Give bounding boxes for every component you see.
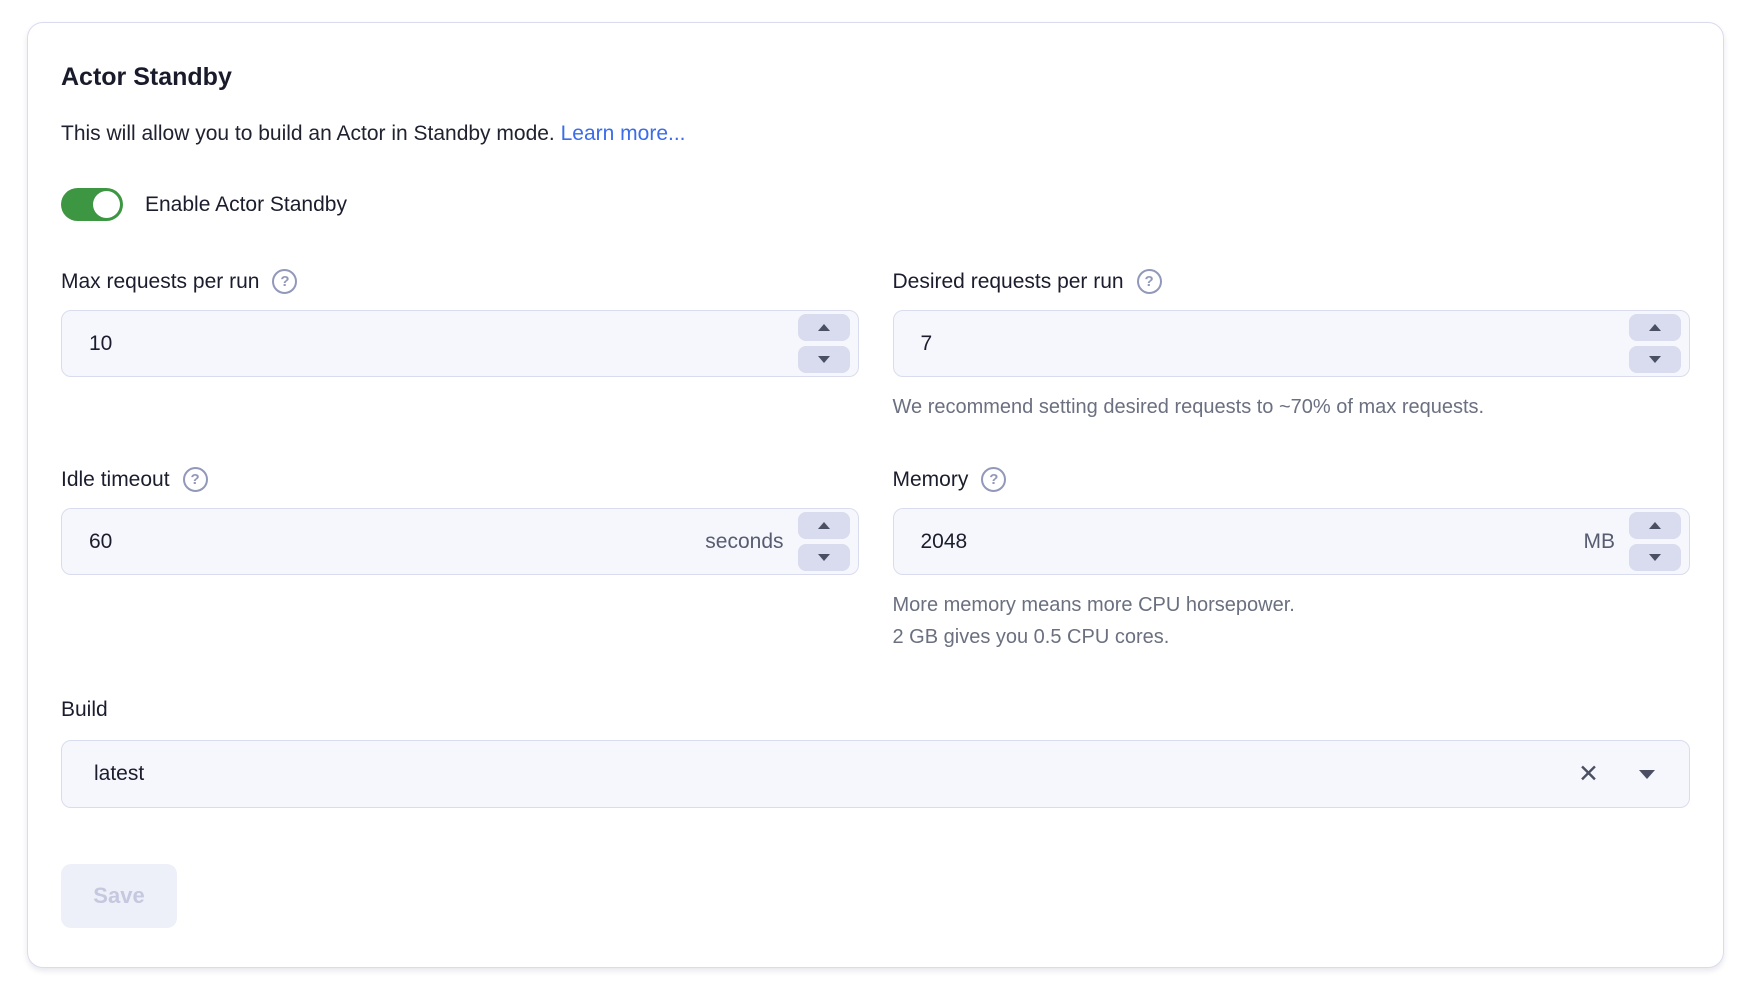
- spinner-down-button[interactable]: [798, 544, 850, 571]
- enable-standby-toggle[interactable]: [61, 188, 123, 221]
- arrow-up-icon: [1649, 324, 1661, 331]
- field-label-row: Idle timeout ?: [61, 465, 859, 494]
- idle-timeout-input[interactable]: [62, 509, 705, 574]
- arrow-up-icon: [818, 522, 830, 529]
- spinner: [798, 314, 850, 373]
- spinner-down-button[interactable]: [1629, 346, 1681, 373]
- desired-requests-input-box: [893, 310, 1691, 377]
- memory-input-box: MB: [893, 508, 1691, 575]
- learn-more-link[interactable]: Learn more...: [561, 122, 686, 145]
- max-requests-input[interactable]: [62, 311, 798, 376]
- arrow-up-icon: [818, 324, 830, 331]
- build-label: Build: [61, 695, 1690, 724]
- spinner: [1629, 314, 1681, 373]
- memory-input[interactable]: [894, 509, 1584, 574]
- chevron-down-icon[interactable]: [1639, 770, 1655, 779]
- desired-requests-input[interactable]: [894, 311, 1630, 376]
- toggle-knob: [93, 191, 120, 218]
- spinner-down-button[interactable]: [1629, 544, 1681, 571]
- max-requests-input-box: [61, 310, 859, 377]
- arrow-down-icon: [818, 554, 830, 561]
- description-text: This will allow you to build an Actor in…: [61, 122, 555, 145]
- memory-hint-line-2: 2 GB gives you 0.5 CPU cores.: [893, 621, 1691, 653]
- arrow-down-icon: [818, 356, 830, 363]
- field-label-row: Desired requests per run ?: [893, 267, 1691, 296]
- actor-standby-panel: Actor Standby This will allow you to bui…: [27, 22, 1724, 968]
- memory-hint-line-1: More memory means more CPU horsepower.: [893, 589, 1691, 621]
- panel-description: This will allow you to build an Actor in…: [61, 119, 1690, 148]
- toggle-label: Enable Actor Standby: [145, 193, 347, 217]
- field-label-row: Max requests per run ?: [61, 267, 859, 296]
- idle-timeout-input-box: seconds: [61, 508, 859, 575]
- help-icon[interactable]: ?: [183, 467, 208, 492]
- field-build: Build latest ✕: [61, 695, 1690, 808]
- panel-title: Actor Standby: [61, 61, 1690, 93]
- memory-label: Memory: [893, 465, 969, 494]
- field-label-row: Memory ?: [893, 465, 1691, 494]
- memory-unit: MB: [1584, 530, 1616, 554]
- memory-hint: More memory means more CPU horsepower. 2…: [893, 589, 1691, 653]
- field-idle-timeout: Idle timeout ? seconds: [61, 465, 859, 575]
- enable-standby-row: Enable Actor Standby: [61, 188, 1690, 221]
- spinner-up-button[interactable]: [798, 512, 850, 539]
- spinner-up-button[interactable]: [1629, 314, 1681, 341]
- save-button[interactable]: Save: [61, 864, 177, 928]
- field-max-requests: Max requests per run ?: [61, 267, 859, 377]
- field-memory: Memory ? MB More memory means more CPU h…: [893, 465, 1691, 653]
- arrow-up-icon: [1649, 522, 1661, 529]
- spinner-up-button[interactable]: [1629, 512, 1681, 539]
- help-icon[interactable]: ?: [272, 269, 297, 294]
- clear-icon[interactable]: ✕: [1578, 762, 1599, 787]
- help-icon[interactable]: ?: [1137, 269, 1162, 294]
- spinner-up-button[interactable]: [798, 314, 850, 341]
- spinner-down-button[interactable]: [798, 346, 850, 373]
- arrow-down-icon: [1649, 356, 1661, 363]
- spinner: [1629, 512, 1681, 571]
- desired-requests-label: Desired requests per run: [893, 267, 1124, 296]
- fields-grid: Max requests per run ? Desired requests …: [61, 267, 1690, 653]
- desired-requests-hint: We recommend setting desired requests to…: [893, 391, 1691, 423]
- arrow-down-icon: [1649, 554, 1661, 561]
- build-select[interactable]: latest ✕: [61, 740, 1690, 808]
- field-desired-requests: Desired requests per run ? We recommend …: [893, 267, 1691, 423]
- idle-timeout-unit: seconds: [705, 530, 783, 554]
- spinner: [798, 512, 850, 571]
- idle-timeout-label: Idle timeout: [61, 465, 170, 494]
- max-requests-label: Max requests per run: [61, 267, 259, 296]
- build-select-value: latest: [94, 762, 1578, 786]
- help-icon[interactable]: ?: [981, 467, 1006, 492]
